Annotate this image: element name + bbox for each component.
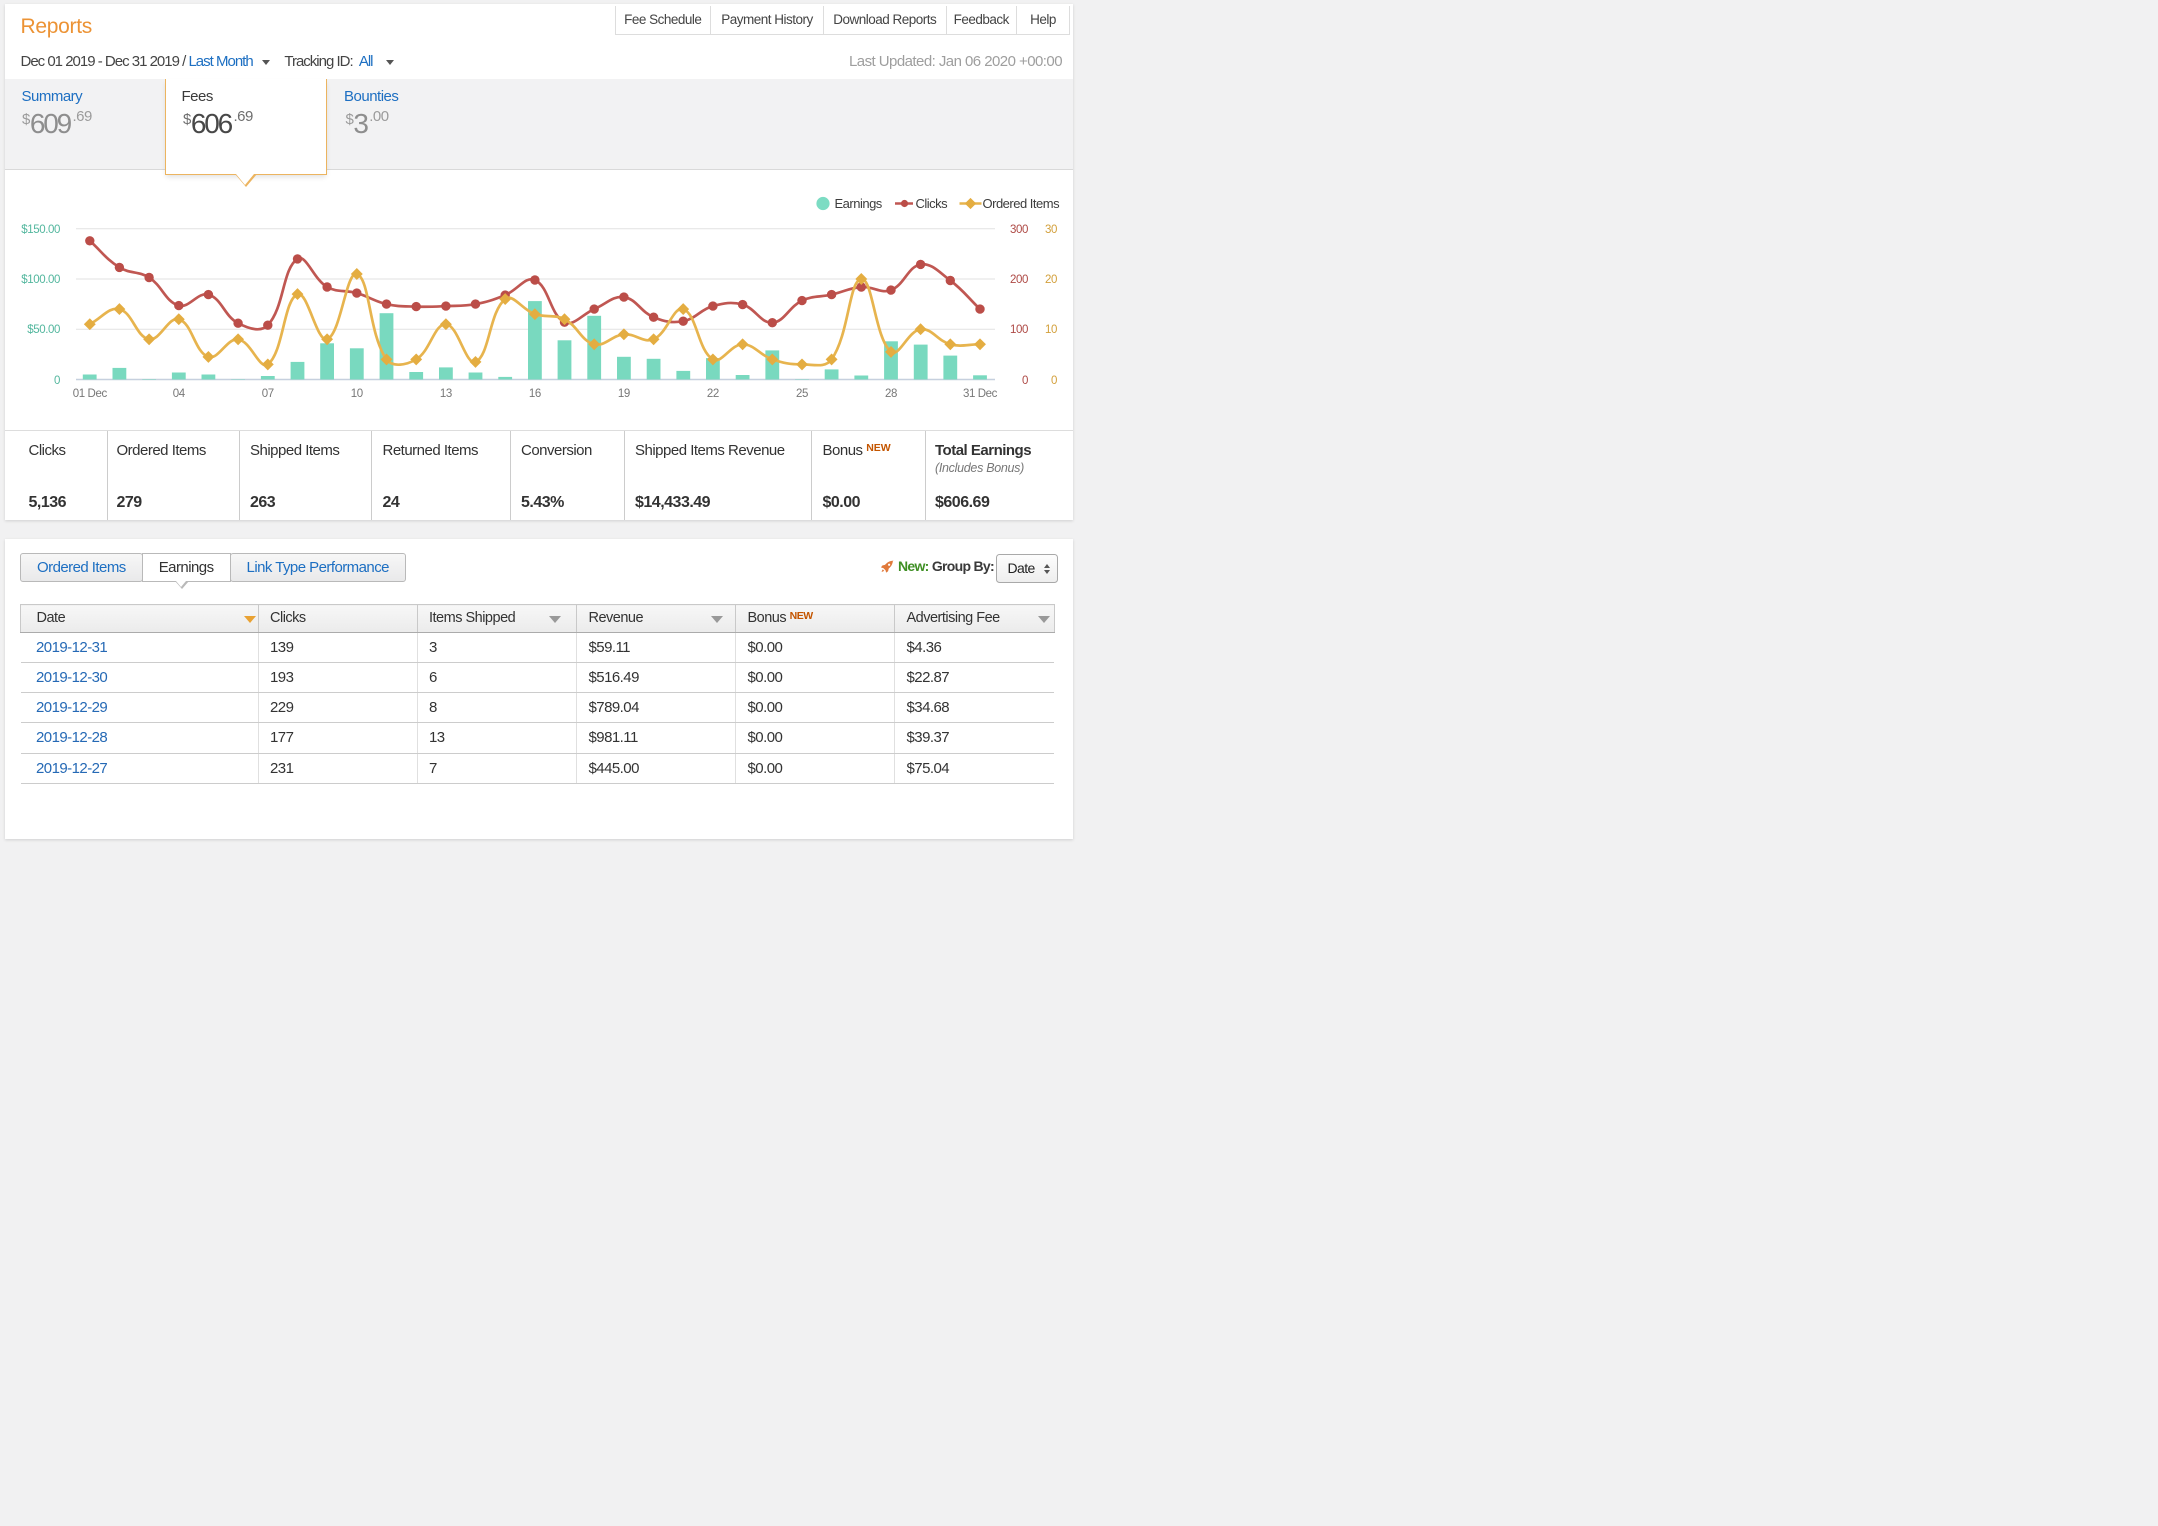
svg-text:10: 10 (1045, 324, 1057, 336)
svg-text:Ordered Items: Ordered Items (983, 196, 1061, 211)
svg-text:31 Dec: 31 Dec (963, 388, 998, 400)
svg-text:04: 04 (173, 388, 186, 400)
svg-text:22: 22 (707, 388, 719, 400)
svg-text:01 Dec: 01 Dec (73, 388, 108, 400)
svg-text:$50.00: $50.00 (27, 324, 60, 336)
svg-text:$150.00: $150.00 (21, 224, 60, 236)
svg-text:28: 28 (885, 388, 897, 400)
svg-text:19: 19 (618, 388, 630, 400)
svg-text:13: 13 (440, 388, 452, 400)
svg-text:07: 07 (262, 388, 274, 400)
svg-text:30: 30 (1045, 224, 1057, 236)
svg-text:Earnings: Earnings (835, 196, 883, 211)
svg-text:16: 16 (529, 388, 541, 400)
svg-text:0: 0 (1022, 375, 1028, 387)
svg-text:25: 25 (796, 388, 808, 400)
svg-text:10: 10 (351, 388, 363, 400)
svg-text:Clicks: Clicks (916, 196, 949, 211)
svg-text:300: 300 (1010, 224, 1028, 236)
svg-text:20: 20 (1045, 274, 1057, 286)
svg-text:200: 200 (1010, 274, 1028, 286)
svg-text:100: 100 (1010, 324, 1028, 336)
svg-text:0: 0 (54, 375, 60, 387)
svg-text:$100.00: $100.00 (21, 274, 60, 286)
svg-text:0: 0 (1051, 375, 1057, 387)
